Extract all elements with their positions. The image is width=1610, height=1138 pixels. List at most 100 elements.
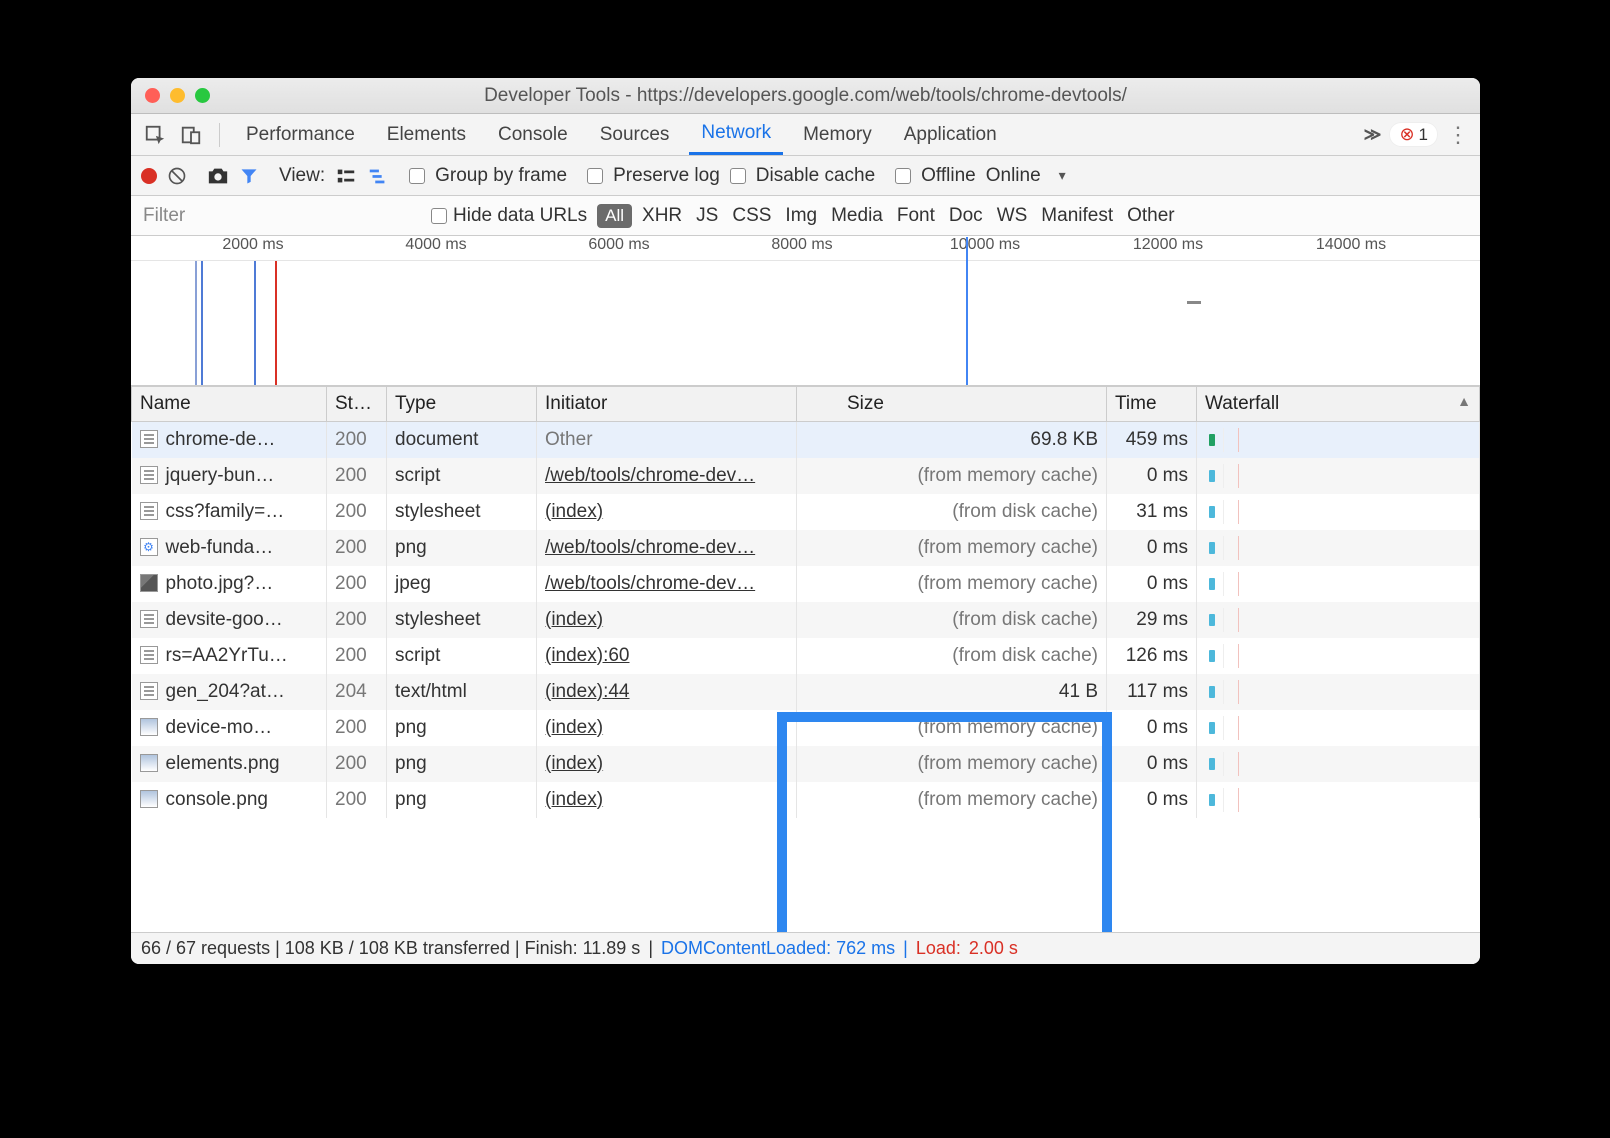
filter-type-font[interactable]: Font xyxy=(897,205,935,227)
more-tabs-icon[interactable]: ≫ xyxy=(1364,125,1382,145)
zoom-icon[interactable] xyxy=(195,88,210,103)
col-time[interactable]: Time xyxy=(1107,387,1197,422)
request-name: css?family=… xyxy=(166,501,285,522)
preserve-log-checkbox[interactable] xyxy=(587,168,603,184)
request-size: (from memory cache) xyxy=(797,458,1107,494)
table-row[interactable]: devsite-goo…200stylesheet(index)(from di… xyxy=(132,602,1480,638)
window-title: Developer Tools - https://developers.goo… xyxy=(131,85,1480,107)
group-by-frame-checkbox[interactable] xyxy=(409,168,425,184)
filter-type-js[interactable]: JS xyxy=(696,205,718,227)
close-icon[interactable] xyxy=(145,88,160,103)
file-doc-icon xyxy=(140,682,158,700)
minimize-icon[interactable] xyxy=(170,88,185,103)
device-toolbar-icon[interactable] xyxy=(177,121,205,149)
titlebar: Developer Tools - https://developers.goo… xyxy=(131,78,1480,114)
filter-type-css[interactable]: CSS xyxy=(732,205,771,227)
tab-sources[interactable]: Sources xyxy=(588,114,682,155)
col-initiator[interactable]: Initiator xyxy=(537,387,797,422)
table-row[interactable]: chrome-de…200documentOther69.8 KB459 ms xyxy=(132,422,1480,458)
request-initiator[interactable]: (index):44 xyxy=(537,674,797,710)
filter-type-ws[interactable]: WS xyxy=(997,205,1028,227)
table-row[interactable]: console.png200png(index)(from memory cac… xyxy=(132,782,1480,818)
inspect-element-icon[interactable] xyxy=(141,121,169,149)
hide-data-urls-checkbox[interactable] xyxy=(431,208,447,224)
col-type[interactable]: Type xyxy=(387,387,537,422)
request-time: 0 ms xyxy=(1107,458,1197,494)
file-doc-icon xyxy=(140,430,158,448)
filter-type-doc[interactable]: Doc xyxy=(949,205,983,227)
col-size[interactable]: Size xyxy=(797,387,1107,422)
timeline-overview[interactable]: 2000 ms4000 ms6000 ms8000 ms10000 ms1200… xyxy=(131,236,1480,386)
large-rows-icon[interactable] xyxy=(335,165,357,187)
timeline-tick: 2000 ms xyxy=(222,236,283,254)
request-initiator[interactable]: /web/tools/chrome-dev… xyxy=(537,458,797,494)
sort-asc-icon: ▲ xyxy=(1457,393,1471,409)
request-size: (from memory cache) xyxy=(797,782,1107,818)
online-label: Online xyxy=(986,165,1041,187)
request-initiator[interactable]: (index) xyxy=(537,602,797,638)
error-badge[interactable]: ⊗ 1 xyxy=(1389,122,1438,147)
record-icon[interactable] xyxy=(141,168,157,184)
tab-performance[interactable]: Performance xyxy=(234,114,367,155)
tab-elements[interactable]: Elements xyxy=(375,114,478,155)
network-sub-toolbar: View: Group by frame Preserve log Disabl… xyxy=(131,156,1480,196)
offline-checkbox[interactable] xyxy=(895,168,911,184)
request-initiator[interactable]: /web/tools/chrome-dev… xyxy=(537,566,797,602)
screenshot-icon[interactable] xyxy=(207,165,229,187)
timeline-tick: 6000 ms xyxy=(588,236,649,254)
request-name: chrome-de… xyxy=(166,429,276,450)
request-name: web-funda… xyxy=(166,537,274,558)
offline-label: Offline xyxy=(921,165,976,187)
filter-type-other[interactable]: Other xyxy=(1127,205,1175,227)
request-time: 0 ms xyxy=(1107,710,1197,746)
tab-console[interactable]: Console xyxy=(486,114,580,155)
disable-cache-checkbox[interactable] xyxy=(730,168,746,184)
filter-type-xhr[interactable]: XHR xyxy=(642,205,682,227)
filter-type-img[interactable]: Img xyxy=(785,205,817,227)
request-name: rs=AA2YrTu… xyxy=(166,645,288,666)
col-name[interactable]: Name xyxy=(132,387,327,422)
request-status: 200 xyxy=(327,638,387,674)
throttling-dropdown-icon[interactable]: ▾ xyxy=(1059,167,1066,184)
request-time: 126 ms xyxy=(1107,638,1197,674)
tab-network[interactable]: Network xyxy=(689,114,783,155)
request-initiator[interactable]: (index) xyxy=(537,782,797,818)
waterfall-view-icon[interactable] xyxy=(367,165,389,187)
settings-kebab-icon[interactable]: ⋮ xyxy=(1446,122,1470,148)
filter-type-manifest[interactable]: Manifest xyxy=(1041,205,1113,227)
file-doc-icon xyxy=(140,502,158,520)
request-type: stylesheet xyxy=(387,494,537,530)
table-row[interactable]: rs=AA2YrTu…200script(index):60(from disk… xyxy=(132,638,1480,674)
table-row[interactable]: photo.jpg?…200jpeg/web/tools/chrome-dev…… xyxy=(132,566,1480,602)
table-row[interactable]: css?family=…200stylesheet(index)(from di… xyxy=(132,494,1480,530)
request-waterfall xyxy=(1197,710,1480,746)
clear-icon[interactable] xyxy=(167,166,187,186)
request-initiator[interactable]: (index) xyxy=(537,746,797,782)
request-waterfall xyxy=(1197,494,1480,530)
request-initiator[interactable]: (index) xyxy=(537,494,797,530)
table-row[interactable]: elements.png200png(index)(from memory ca… xyxy=(132,746,1480,782)
request-initiator[interactable]: (index) xyxy=(537,710,797,746)
col-status[interactable]: St… xyxy=(327,387,387,422)
filter-icon[interactable] xyxy=(239,166,259,186)
table-row[interactable]: device-mo…200png(index)(from memory cach… xyxy=(132,710,1480,746)
tab-memory[interactable]: Memory xyxy=(791,114,884,155)
filter-input[interactable] xyxy=(131,205,431,227)
request-initiator[interactable]: (index):60 xyxy=(537,638,797,674)
col-waterfall[interactable]: Waterfall▲ xyxy=(1197,387,1480,422)
request-size: (from disk cache) xyxy=(797,494,1107,530)
table-row[interactable]: jquery-bun…200script/web/tools/chrome-de… xyxy=(132,458,1480,494)
request-waterfall xyxy=(1197,638,1480,674)
filter-type-media[interactable]: Media xyxy=(831,205,883,227)
file-png-icon xyxy=(140,754,158,772)
timeline-tick: 12000 ms xyxy=(1133,236,1203,254)
main-toolbar: Performance Elements Console Sources Net… xyxy=(131,114,1480,156)
filter-type-all[interactable]: All xyxy=(597,204,632,228)
file-gear-icon xyxy=(140,538,158,556)
request-type: png xyxy=(387,746,537,782)
table-row[interactable]: gen_204?at…204text/html(index):4441 B117… xyxy=(132,674,1480,710)
request-initiator[interactable]: /web/tools/chrome-dev… xyxy=(537,530,797,566)
tab-application[interactable]: Application xyxy=(892,114,1009,155)
status-load-time: 2.00 s xyxy=(969,938,1018,959)
table-row[interactable]: web-funda…200png/web/tools/chrome-dev…(f… xyxy=(132,530,1480,566)
